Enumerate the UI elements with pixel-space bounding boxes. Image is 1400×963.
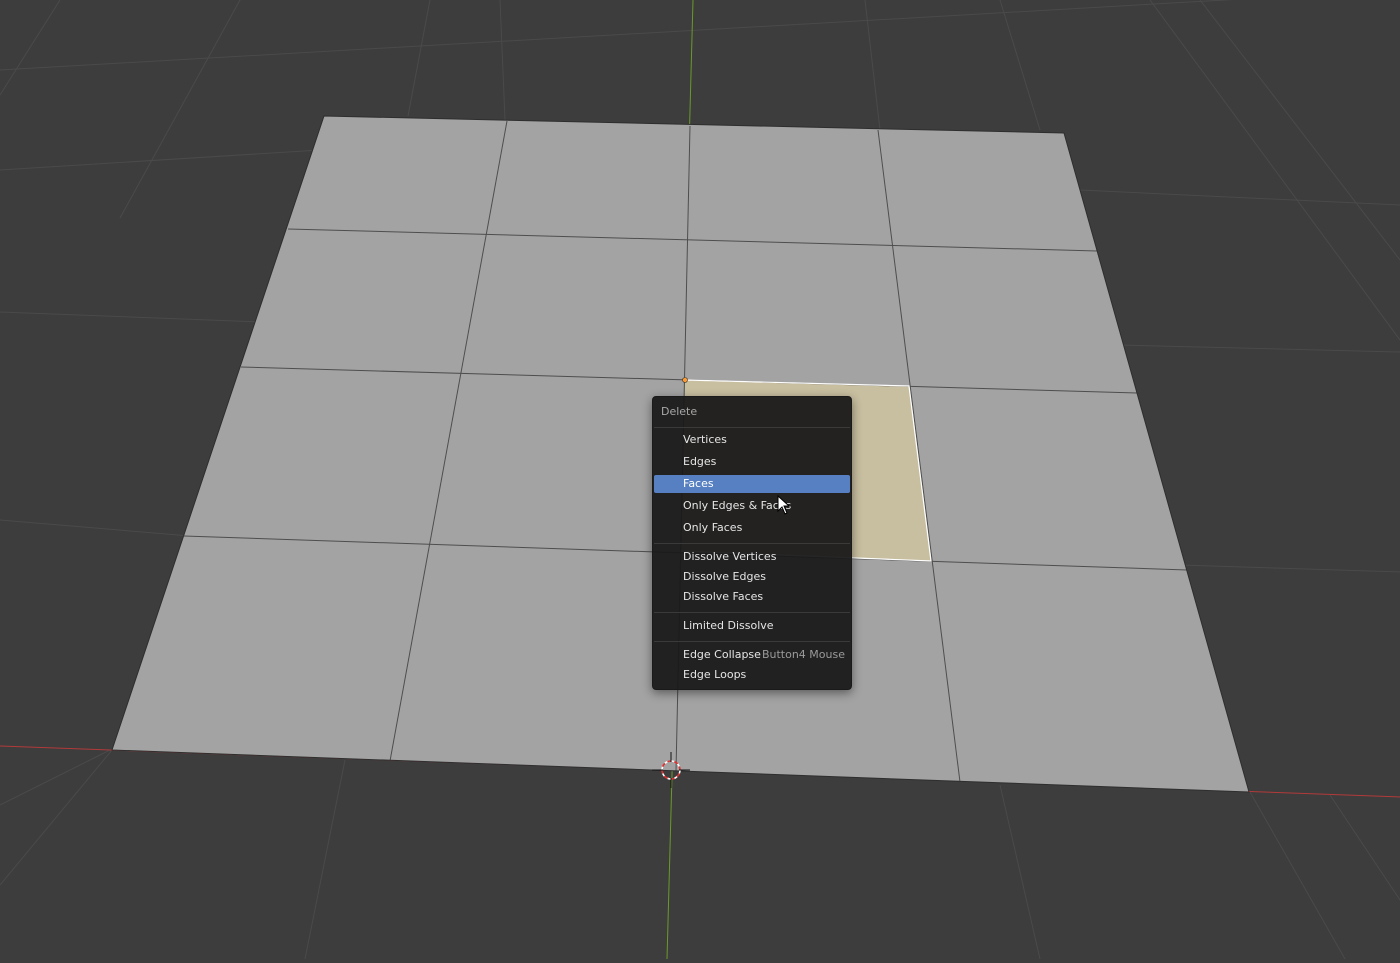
delete-menu: Delete Vertices Edges Faces Only Edges &… [652,396,852,690]
menu-item-shortcut: Button4 Mouse [761,648,845,661]
menu-item-label: Edges [683,455,717,468]
menu-item-label: Faces [683,477,714,490]
menu-item-dissolve-faces[interactable]: Dissolve Faces [654,588,850,606]
menu-item-label: Only Faces [683,521,743,534]
menu-item-label: Edge Collapse [683,648,761,661]
menu-item-label: Dissolve Faces [683,590,764,603]
menu-item-label: Dissolve Vertices [683,550,777,563]
menu-item-edge-loops[interactable]: Edge Loops [654,666,850,684]
menu-separator [654,612,850,613]
menu-item-only-edges-faces[interactable]: Only Edges & Faces [654,497,850,515]
menu-separator [654,641,850,642]
menu-separator [654,543,850,544]
menu-item-only-faces[interactable]: Only Faces [654,519,850,537]
menu-item-label: Vertices [683,433,727,446]
menu-item-faces[interactable]: Faces [654,475,850,493]
menu-item-label: Limited Dissolve [683,619,774,632]
menu-item-dissolve-vertices[interactable]: Dissolve Vertices [654,548,850,566]
menu-item-dissolve-edges[interactable]: Dissolve Edges [654,568,850,586]
active-vertex[interactable] [682,377,688,383]
mouse-pointer-icon [777,495,791,515]
menu-item-limited-dissolve[interactable]: Limited Dissolve [654,617,850,635]
menu-title: Delete [661,405,698,418]
menu-item-edge-collapse[interactable]: Edge Collapse Button4 Mouse [654,646,850,664]
3d-viewport[interactable]: Delete Vertices Edges Faces Only Edges &… [0,0,1400,960]
menu-item-vertices[interactable]: Vertices [654,431,850,449]
menu-item-label: Dissolve Edges [683,570,766,583]
menu-item-edges[interactable]: Edges [654,453,850,471]
menu-item-label: Edge Loops [683,668,747,681]
menu-separator [654,427,850,428]
menu-item-label: Only Edges & Faces [683,499,792,512]
